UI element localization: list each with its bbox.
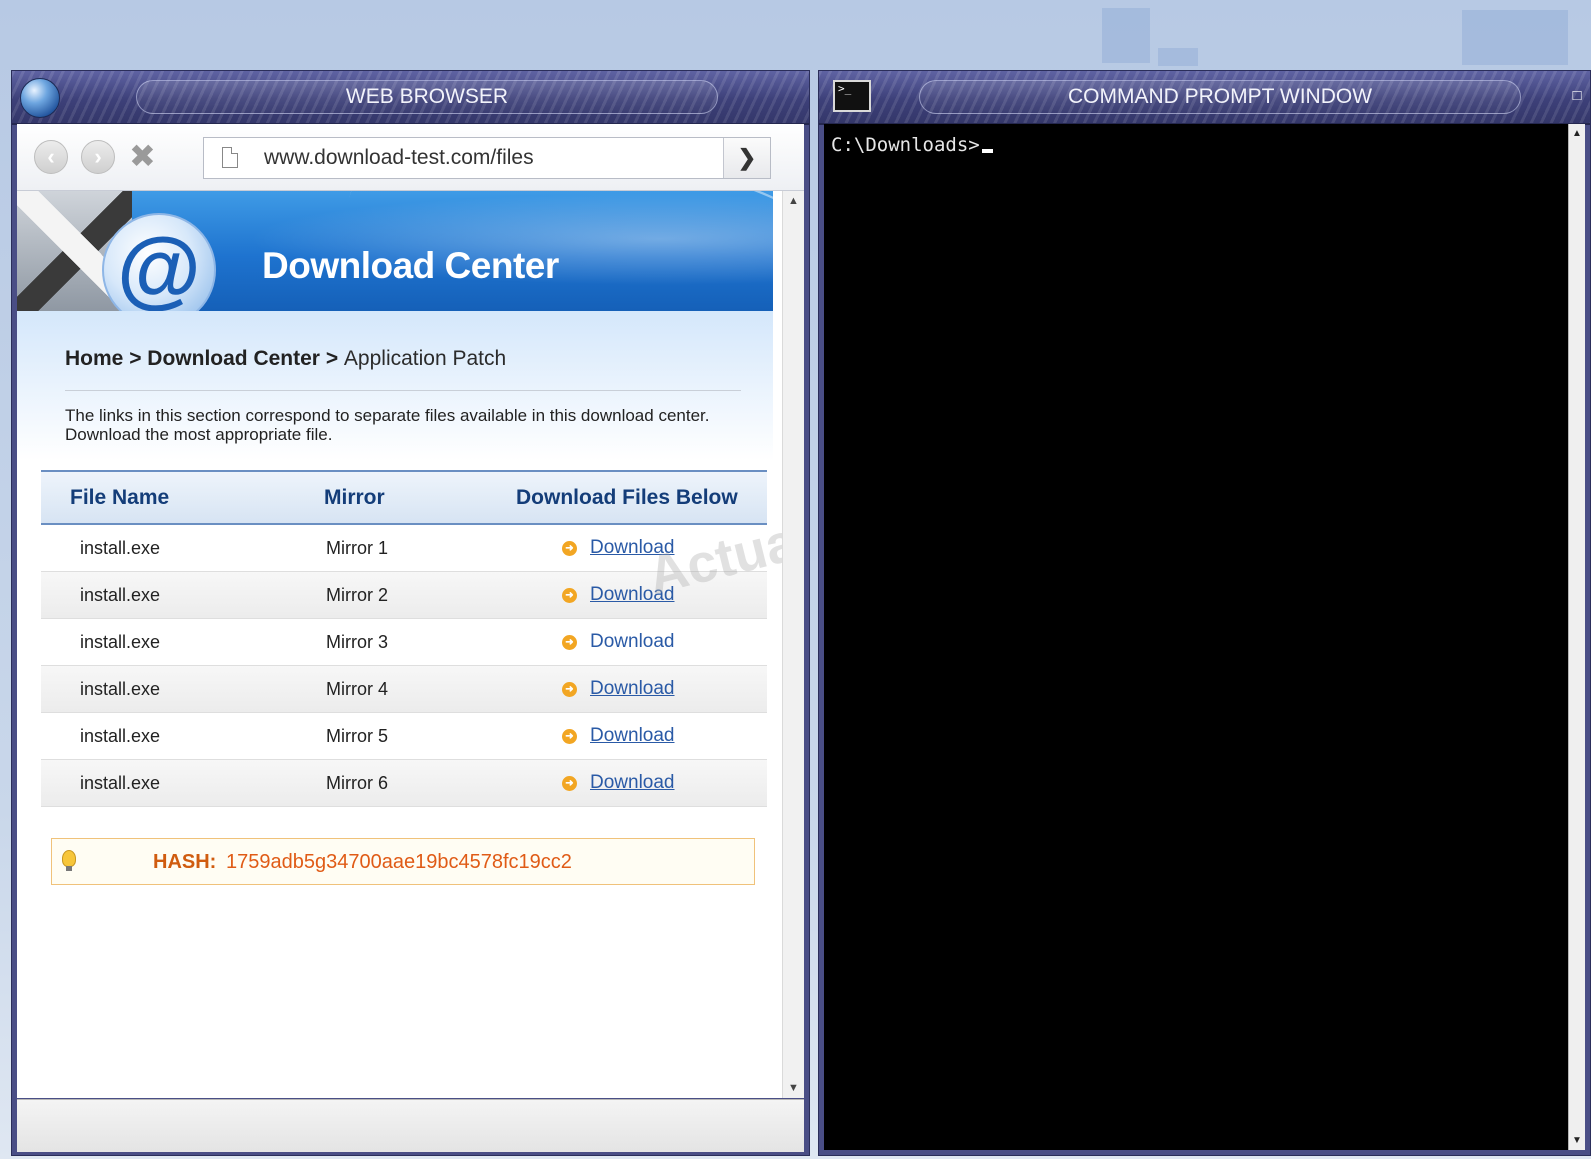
- file-name-cell: install.exe: [80, 726, 161, 746]
- web-browser-window: WEB BROWSER ‹ › ✖ www.download-test.com/…: [11, 70, 810, 1156]
- mirror-cell: Mirror 1: [326, 538, 388, 558]
- table-row: install.exe Mirror 3 ➜ Download: [41, 619, 767, 666]
- desktop-decoration: [1102, 8, 1150, 63]
- desktop-decoration: [1158, 48, 1198, 66]
- maximize-icon[interactable]: □: [1566, 83, 1588, 109]
- column-header-file-name: File Name: [70, 486, 170, 509]
- back-icon[interactable]: ‹: [34, 140, 68, 174]
- url-text[interactable]: www.download-test.com/files: [264, 138, 534, 178]
- arrow-bullet-icon: ➜: [562, 682, 577, 697]
- mirror-cell: Mirror 2: [326, 585, 388, 605]
- prompt-text: C:\Downloads>: [831, 134, 980, 156]
- desktop-decoration: [1462, 10, 1568, 65]
- scroll-up-icon[interactable]: ▲: [1572, 128, 1582, 139]
- cmd-scrollbar[interactable]: ▲ ▼: [1568, 124, 1585, 1150]
- file-name-cell: install.exe: [80, 632, 161, 652]
- mirror-cell: Mirror 3: [326, 632, 388, 652]
- scroll-up-icon[interactable]: ▲: [788, 195, 799, 207]
- file-name-cell: install.exe: [80, 538, 161, 558]
- divider: [65, 390, 741, 391]
- download-link-mirror-6[interactable]: Download: [590, 760, 675, 806]
- arrow-bullet-icon: ➜: [562, 776, 577, 791]
- arrow-bullet-icon: ➜: [562, 588, 577, 603]
- lightbulb-icon: [62, 850, 76, 871]
- console-area[interactable]: C:\Downloads> ▲ ▼: [824, 124, 1585, 1150]
- terminal-icon: >_: [833, 80, 871, 112]
- browser-title: WEB BROWSER: [136, 80, 718, 114]
- arrow-bullet-icon: ➜: [562, 635, 577, 650]
- breadcrumb-separator: >: [319, 347, 344, 370]
- table-row: install.exe Mirror 5 ➜ Download: [41, 713, 767, 760]
- browser-scrollbar[interactable]: ▲ ▼: [782, 191, 804, 1098]
- command-prompt-line[interactable]: C:\Downloads>: [831, 134, 993, 156]
- breadcrumb-home[interactable]: Home: [65, 347, 123, 370]
- mirror-cell: Mirror 6: [326, 773, 388, 793]
- breadcrumb-separator: >: [123, 347, 148, 370]
- scroll-down-icon[interactable]: ▼: [1572, 1135, 1582, 1146]
- hash-box: HASH: 1759adb5g34700aae19bc4578fc19cc2: [51, 838, 755, 885]
- cmd-title: COMMAND PROMPT WINDOW: [919, 80, 1521, 114]
- breadcrumb-current: Application Patch: [343, 347, 507, 370]
- download-center-banner: @ Download Center: [17, 191, 773, 311]
- hash-value: 1759adb5g34700aae19bc4578fc19cc2: [226, 851, 572, 873]
- file-name-cell: install.exe: [80, 585, 161, 605]
- hash-label: HASH:: [153, 851, 217, 873]
- download-link-mirror-4[interactable]: Download: [590, 666, 675, 712]
- address-bar[interactable]: www.download-test.com/files ❯: [203, 137, 771, 179]
- go-button[interactable]: ❯: [723, 138, 770, 178]
- mirror-cell: Mirror 5: [326, 726, 388, 746]
- table-row: install.exe Mirror 4 ➜ Download: [41, 666, 767, 713]
- column-header-download: Download Files Below: [516, 486, 738, 509]
- arrow-bullet-icon: ➜: [562, 541, 577, 556]
- browser-toolbar: ‹ › ✖ www.download-test.com/files ❯: [17, 124, 804, 191]
- table-header: File Name Mirror Download Files Below: [41, 470, 767, 525]
- globe-icon: [20, 78, 60, 118]
- at-sign-icon: @: [117, 221, 201, 311]
- download-link-mirror-3[interactable]: Download: [590, 619, 675, 665]
- cmd-titlebar[interactable]: >_ COMMAND PROMPT WINDOW □: [819, 71, 1590, 125]
- column-header-mirror: Mirror: [324, 486, 385, 509]
- scroll-down-icon[interactable]: ▼: [788, 1082, 799, 1094]
- arrow-bullet-icon: ➜: [562, 729, 577, 744]
- download-link-mirror-5[interactable]: Download: [590, 713, 675, 759]
- banner-title: Download Center: [262, 245, 559, 286]
- mirror-cell: Mirror 4: [326, 679, 388, 699]
- breadcrumb-section[interactable]: Download Center: [147, 347, 320, 370]
- file-name-cell: install.exe: [80, 679, 161, 699]
- browser-titlebar[interactable]: WEB BROWSER: [12, 71, 809, 125]
- command-prompt-window: >_ COMMAND PROMPT WINDOW □ C:\Downloads>…: [818, 70, 1591, 1156]
- browser-statusbar: [17, 1099, 804, 1152]
- browser-viewport: @ Download Center Home > Download Center…: [17, 191, 804, 1098]
- file-name-cell: install.exe: [80, 773, 161, 793]
- page-icon: [222, 147, 238, 168]
- stop-icon[interactable]: ✖: [129, 136, 156, 176]
- intro-text: The links in this section correspond to …: [65, 406, 710, 444]
- text-cursor: [981, 149, 993, 153]
- table-row: install.exe Mirror 6 ➜ Download: [41, 760, 767, 807]
- downloads-table: File Name Mirror Download Files Below in…: [41, 470, 767, 807]
- forward-icon[interactable]: ›: [81, 140, 115, 174]
- breadcrumb: Home > Download Center > Application Pat…: [65, 347, 506, 371]
